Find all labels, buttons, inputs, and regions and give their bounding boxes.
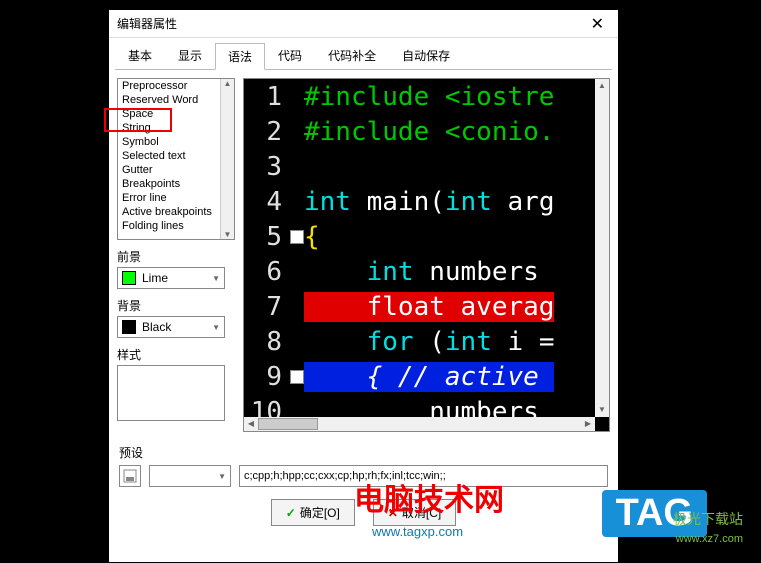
line-number: 1 [244,82,290,112]
content-area: Preprocessor Reserved Word Space String … [109,70,618,440]
foreground-color-select[interactable]: Lime ▼ [117,267,225,289]
titlebar: 编辑器属性 ✕ [109,10,618,38]
foreground-label: 前景 [117,248,235,265]
code-line: 1 #include <iostre [244,79,609,114]
tab-autosave[interactable]: 自动保存 [389,42,463,69]
preset-select[interactable]: ▼ [149,465,231,487]
code-text: #include <iostre [304,82,554,112]
background-color-select[interactable]: Black ▼ [117,316,225,338]
tab-bar: 基本 显示 语法 代码 代码补全 自动保存 [109,38,618,69]
tab-completion[interactable]: 代码补全 [315,42,389,69]
close-icon[interactable]: ✕ [585,14,610,34]
preset-label: 预设 [119,444,608,461]
tab-syntax[interactable]: 语法 [215,43,265,70]
check-icon: ✓ [286,506,296,520]
line-number: 5 [244,222,290,252]
code-preview: 1 #include <iostre 2 #include <conio. 3 4 int … [243,78,610,432]
scroll-thumb[interactable] [258,418,318,430]
list-item[interactable]: Preprocessor [118,79,234,93]
watermark2-url: www.xz7.com [676,533,743,545]
code-text: { [304,222,320,252]
code-line: 8 for (int i = [244,324,609,359]
left-panel: Preprocessor Reserved Word Space String … [117,78,235,432]
list-item[interactable]: Gutter [118,163,234,177]
line-number: 6 [244,257,290,287]
scroll-left-icon[interactable]: ◀ [244,417,258,431]
code-line: 5{ [244,219,609,254]
line-number: 8 [244,327,290,357]
code-line: 9 { // active [244,359,609,394]
scroll-right-icon[interactable]: ▶ [581,417,595,431]
list-scrollbar[interactable] [220,79,234,239]
foreground-value: Lime [142,271,168,285]
tab-code[interactable]: 代码 [265,42,315,69]
chevron-down-icon: ▼ [214,472,230,481]
syntax-element-list[interactable]: Preprocessor Reserved Word Space String … [117,78,235,240]
watermark-text: 电脑技术网 [354,475,504,519]
list-item[interactable]: Symbol [118,135,234,149]
list-item[interactable]: Folding lines [118,219,234,233]
list-item[interactable]: Active breakpoints [118,205,234,219]
code-line: 7 float averag [244,289,609,324]
style-label: 样式 [117,346,235,363]
list-item[interactable]: String [118,121,234,135]
chevron-down-icon: ▼ [212,323,220,332]
vertical-scrollbar[interactable]: ▲ ▼ [595,79,609,417]
code-line: 4 int main(int arg [244,184,609,219]
scroll-up-icon[interactable]: ▲ [595,79,609,93]
code-text: for (int i = [304,327,555,357]
preset-save-icon[interactable] [119,465,141,487]
background-label: 背景 [117,297,235,314]
code-text: int numbers [304,257,539,287]
list-item[interactable]: Selected text [118,149,234,163]
code-text: float averag [304,292,554,322]
code-line: 3 [244,149,609,184]
tab-basic[interactable]: 基本 [115,42,165,69]
ok-button[interactable]: ✓ 确定[O] [271,499,355,526]
code-line: 2 #include <conio. [244,114,609,149]
color-swatch-icon [122,320,136,334]
watermark2-text: 极光下载站 [673,509,743,529]
watermark-url: www.tagxp.com [372,524,463,539]
background-value: Black [142,320,171,334]
window-title: 编辑器属性 [117,15,177,32]
breakpoint-marker-icon [290,230,304,244]
code-text: int main(int arg [304,187,554,217]
tab-display[interactable]: 显示 [165,42,215,69]
breakpoint-marker-icon [290,370,304,384]
scroll-down-icon[interactable]: ▼ [595,403,609,417]
list-item[interactable]: Breakpoints [118,177,234,191]
line-number: 7 [244,292,290,322]
code-line: 6 int numbers [244,254,609,289]
list-item[interactable]: Error line [118,191,234,205]
chevron-down-icon: ▼ [212,274,220,283]
code-text: { // active [304,362,554,392]
line-number: 9 [244,362,290,392]
horizontal-scrollbar[interactable]: ◀ ▶ [244,417,595,431]
line-number: 2 [244,117,290,147]
code-text: #include <conio. [304,117,554,147]
line-number: 4 [244,187,290,217]
color-swatch-icon [122,271,136,285]
ok-label: 确定[O] [300,504,340,521]
list-item[interactable]: Space [118,107,234,121]
list-item[interactable]: Reserved Word [118,93,234,107]
line-number: 3 [244,152,290,182]
style-list[interactable] [117,365,225,421]
